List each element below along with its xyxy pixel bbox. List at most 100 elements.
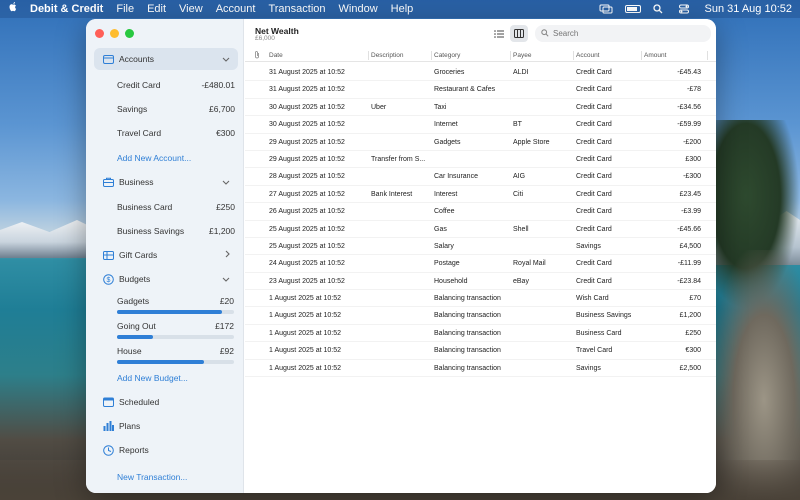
table-row[interactable]: 1 August 2025 at 10:52 Balancing transact… [245,360,716,378]
sidebar-account-business-savings[interactable]: Business Savings £1,200 [117,226,235,236]
column-header-account[interactable]: Account [576,52,600,59]
menu-window[interactable]: Window [339,3,378,15]
cell-account: Credit Card [576,225,612,233]
menu-view[interactable]: View [179,3,203,15]
menu-clock[interactable]: Sun 31 Aug 10:52 [705,3,792,15]
table-row[interactable]: 1 August 2025 at 10:52 Balancing transact… [245,342,716,360]
menu-app-name[interactable]: Debit & Credit [30,3,103,15]
menu-file[interactable]: File [116,3,134,15]
apple-menu-icon[interactable] [8,2,22,16]
cell-amount: €300 [685,347,701,355]
cell-account: Credit Card [576,121,612,129]
table-row[interactable]: 1 August 2025 at 10:52 Balancing transact… [245,307,716,325]
bar-chart-icon [102,420,114,432]
table-row[interactable]: 25 August 2025 at 10:52 Salary Savings £4,5… [245,238,716,256]
minimize-window-button[interactable] [110,29,119,38]
sidebar-item-business[interactable]: Business [94,171,238,193]
sidebar-item-reports[interactable]: Reports [94,439,238,461]
search-icon[interactable] [652,4,667,14]
cell-payee: Citi [513,190,524,198]
control-center-icon[interactable] [678,4,693,14]
sidebar-account-business-card[interactable]: Business Card £250 [117,202,235,212]
budget-name: Going Out [117,321,156,331]
chevron-down-icon[interactable] [222,55,230,64]
cell-account: Credit Card [576,69,612,76]
budget-progress-bar [117,310,234,314]
cell-account: Credit Card [576,277,612,285]
cell-amount: -£23.84 [677,277,701,285]
window-controls [95,29,134,38]
table-row[interactable]: 1 August 2025 at 10:52 Balancing transact… [245,325,716,343]
table-row[interactable]: 29 August 2025 at 10:52 Transfer from S..… [245,151,716,169]
sidebar-item-accounts[interactable]: Accounts [94,48,238,70]
table-row[interactable]: 24 August 2025 at 10:52 Postage Royal Mail… [245,255,716,273]
menu-help[interactable]: Help [391,3,414,15]
cell-category: Balancing transaction [434,364,501,372]
sidebar-account-credit-card[interactable]: Credit Card -£480.01 [117,80,235,90]
column-header-payee[interactable]: Payee [513,52,531,59]
column-header-date[interactable]: Date [269,52,283,59]
account-name: Savings [117,104,148,114]
attachment-column-icon[interactable] [254,51,260,61]
search-field[interactable] [535,25,711,42]
account-name: Business Savings [117,226,185,236]
table-row[interactable]: 1 August 2025 at 10:52 Balancing transact… [245,290,716,308]
budget-house[interactable]: House £92 [117,346,234,364]
column-header-category[interactable]: Category [434,52,460,59]
cell-amount: £70 [689,295,701,303]
table-row[interactable]: 30 August 2025 at 10:52 Uber Taxi Credit Ca… [245,99,716,117]
search-input[interactable] [553,29,703,38]
account-name: Travel Card [117,128,162,138]
sidebar-item-label: Plans [119,421,141,431]
table-row[interactable]: 31 August 2025 at 10:52 Restaurant & Cafe… [245,81,716,99]
column-header-description[interactable]: Description [371,52,404,59]
new-transaction-link[interactable]: New Transaction... [117,472,187,482]
table-row[interactable]: 31 August 2025 at 10:52 Groceries ALDI Cred… [245,64,716,82]
column-header-amount[interactable]: Amount [644,52,666,59]
menu-account[interactable]: Account [216,3,256,15]
zoom-window-button[interactable] [125,29,134,38]
table-row[interactable]: 30 August 2025 at 10:52 Internet BT Credit … [245,116,716,134]
sidebar-account-savings[interactable]: Savings £6,700 [117,104,235,114]
close-window-button[interactable] [95,29,104,38]
budget-progress-bar [117,360,234,364]
table-row[interactable]: 27 August 2025 at 10:52 Bank Interest Inte… [245,186,716,204]
cell-payee: Shell [513,225,529,233]
budget-gadgets[interactable]: Gadgets £20 [117,296,234,314]
sidebar-account-travel-card[interactable]: Travel Card €300 [117,128,235,138]
sidebar-item-scheduled[interactable]: Scheduled [94,391,238,413]
sidebar-item-budgets[interactable]: $ Budgets [94,268,238,290]
budget-progress-fill [117,360,204,364]
column-view-icon[interactable] [510,25,528,42]
cell-date: 25 August 2025 at 10:52 [269,225,345,233]
chevron-down-icon[interactable] [222,178,230,187]
budget-progress-bar [117,335,234,339]
cell-category: Balancing transaction [434,312,501,320]
budget-going-out[interactable]: Going Out £172 [117,321,234,339]
screen-mirroring-icon[interactable] [599,4,613,14]
table-row[interactable]: 25 August 2025 at 10:52 Gas Shell Credit Ca… [245,221,716,238]
table-row[interactable]: 26 August 2025 at 10:52 Coffee Credit Card… [245,203,716,221]
cell-amount: -£45.43 [677,69,701,76]
briefcase-icon [102,176,114,188]
menu-transaction[interactable]: Transaction [268,3,325,15]
list-view-icon[interactable] [490,25,508,42]
add-new-account-link[interactable]: Add New Account... [117,153,191,163]
sidebar-item-plans[interactable]: Plans [94,415,238,437]
sidebar-item-gift-cards[interactable]: Gift Cards [94,244,238,266]
add-new-budget-link[interactable]: Add New Budget... [117,373,188,383]
menu-edit[interactable]: Edit [147,3,166,15]
table-row[interactable]: 23 August 2025 at 10:52 Household eBay Cred… [245,273,716,291]
account-balance: -£480.01 [201,80,235,90]
chevron-right-icon[interactable] [225,250,230,260]
battery-icon[interactable] [624,5,641,13]
cell-payee: eBay [513,277,529,285]
table-row[interactable]: 28 August 2025 at 10:52 Car Insurance AIG C… [245,168,716,186]
cell-category: Internet [434,121,458,129]
chevron-down-icon[interactable] [222,275,230,284]
table-row[interactable]: 29 August 2025 at 10:52 Gadgets Apple Stor… [245,134,716,151]
cell-account: Wish Card [576,295,609,303]
cell-date: 23 August 2025 at 10:52 [269,277,345,285]
cell-amount: -£78 [686,86,701,94]
sidebar-item-label: Budgets [119,274,151,284]
